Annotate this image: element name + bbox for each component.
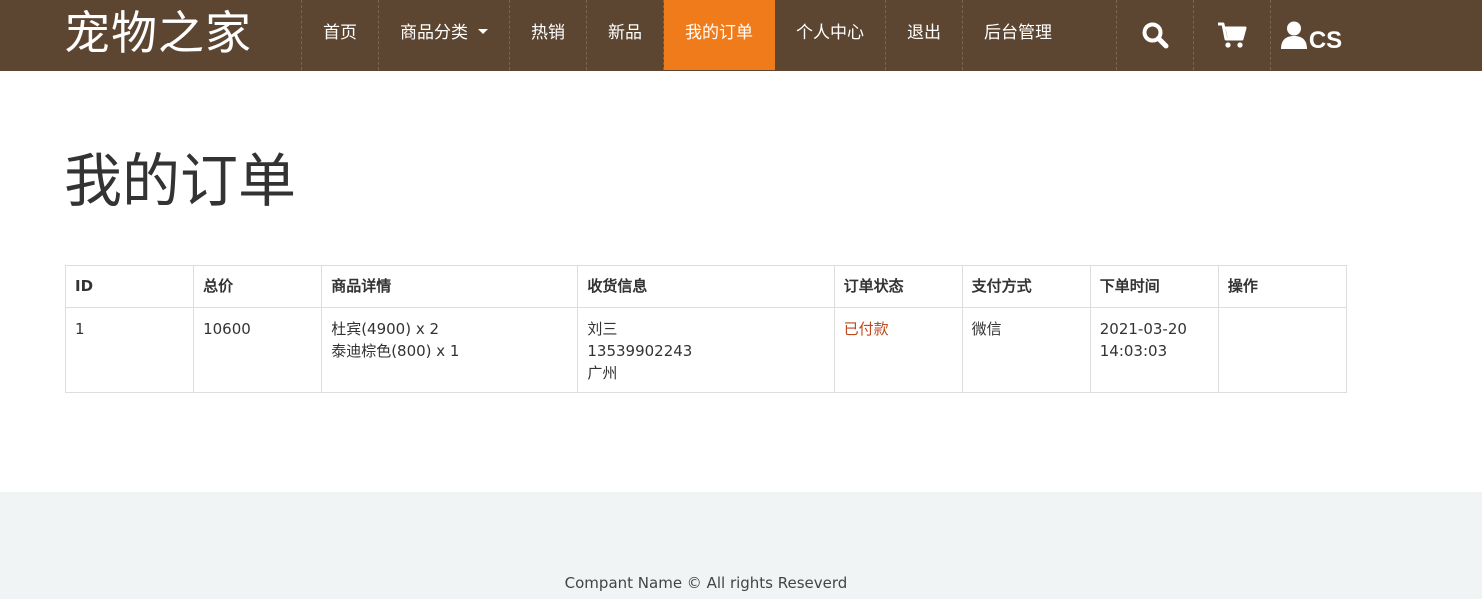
status-badge: 已付款 — [843, 320, 889, 338]
order-items: 杜宾(4900) x 2 泰迪棕色(800) x 1 — [321, 307, 579, 393]
cart-button[interactable] — [1194, 0, 1271, 70]
order-payment: 微信 — [961, 307, 1091, 393]
orders-table: ID 总价 商品详情 收货信息 订单状态 支付方式 下单时间 操作 1 1060… — [64, 265, 1348, 393]
order-date: 2021-03-20 — [1099, 320, 1187, 338]
search-button[interactable] — [1117, 0, 1194, 70]
order-total: 10600 — [193, 307, 323, 393]
nav-item-label: 热销 — [531, 23, 565, 43]
nav-item-new[interactable]: 新品 — [587, 0, 664, 70]
nav-item-label: 商品分类 — [400, 23, 468, 43]
nav-item-logout[interactable]: 退出 — [886, 0, 963, 70]
nav-item-profile[interactable]: 个人中心 — [775, 0, 886, 70]
nav-item-admin[interactable]: 后台管理 — [963, 0, 1073, 70]
order-id: 1 — [64, 307, 195, 393]
nav-item-home[interactable]: 首页 — [302, 0, 379, 70]
column-header-time: 下单时间 — [1089, 265, 1219, 308]
user-icon — [1280, 21, 1307, 49]
column-header-total: 总价 — [193, 265, 323, 308]
nav-item-categories[interactable]: 商品分类 — [379, 0, 510, 70]
caret-down-icon — [478, 28, 488, 34]
column-header-id: ID — [64, 265, 195, 308]
column-header-items: 商品详情 — [321, 265, 579, 308]
column-header-payment: 支付方式 — [961, 265, 1091, 308]
nav-item-label: 我的订单 — [685, 23, 753, 43]
order-clock-time: 14:03:03 — [1099, 342, 1168, 360]
nav-item-label: 后台管理 — [984, 23, 1052, 43]
order-actions — [1217, 307, 1348, 393]
brand-logo[interactable]: 宠物之家 — [64, 2, 252, 64]
shipping-address: 广州 — [587, 364, 618, 382]
username: CS — [1308, 27, 1343, 54]
shipping-name: 刘三 — [587, 320, 618, 338]
copyright-text: Compant Name © All rights Reseverd — [564, 574, 848, 592]
user-menu-button[interactable]: CS — [1271, 0, 1351, 70]
nav-item-label: 新品 — [608, 23, 642, 43]
order-time: 2021-03-20 14:03:03 — [1089, 307, 1219, 393]
order-item-line: 泰迪棕色(800) x 1 — [331, 342, 460, 360]
page-title: 我的订单 — [64, 147, 297, 215]
column-header-shipping: 收货信息 — [577, 265, 835, 308]
nav-actions: CS — [1116, 0, 1351, 70]
order-item-line: 杜宾(4900) x 2 — [331, 320, 440, 338]
nav-item-label: 首页 — [323, 23, 357, 43]
nav-item-label: 退出 — [907, 23, 941, 43]
cart-icon — [1218, 22, 1247, 48]
order-shipping: 刘三 13539902243 广州 — [577, 307, 835, 393]
nav-item-my-orders[interactable]: 我的订单 — [664, 0, 775, 70]
table-header-row: ID 总价 商品详情 收货信息 订单状态 支付方式 下单时间 操作 — [64, 265, 1348, 308]
footer: Compant Name © All rights Reseverd — [0, 492, 1482, 599]
nav-item-hot[interactable]: 热销 — [510, 0, 587, 70]
order-status: 已付款 — [833, 307, 963, 393]
search-icon — [1142, 22, 1169, 49]
shipping-phone: 13539902243 — [587, 342, 693, 360]
main-nav: 首页 商品分类 热销 新品 我的订单 个人中心 退出 后台管理 — [301, 0, 1073, 70]
top-navbar: 宠物之家 首页 商品分类 热销 新品 我的订单 个人中心 退出 后台管理 CS — [0, 0, 1482, 71]
nav-item-label: 个人中心 — [796, 23, 864, 43]
column-header-status: 订单状态 — [833, 265, 963, 308]
column-header-action: 操作 — [1217, 265, 1348, 308]
table-row: 1 10600 杜宾(4900) x 2 泰迪棕色(800) x 1 刘三 13… — [64, 307, 1348, 393]
